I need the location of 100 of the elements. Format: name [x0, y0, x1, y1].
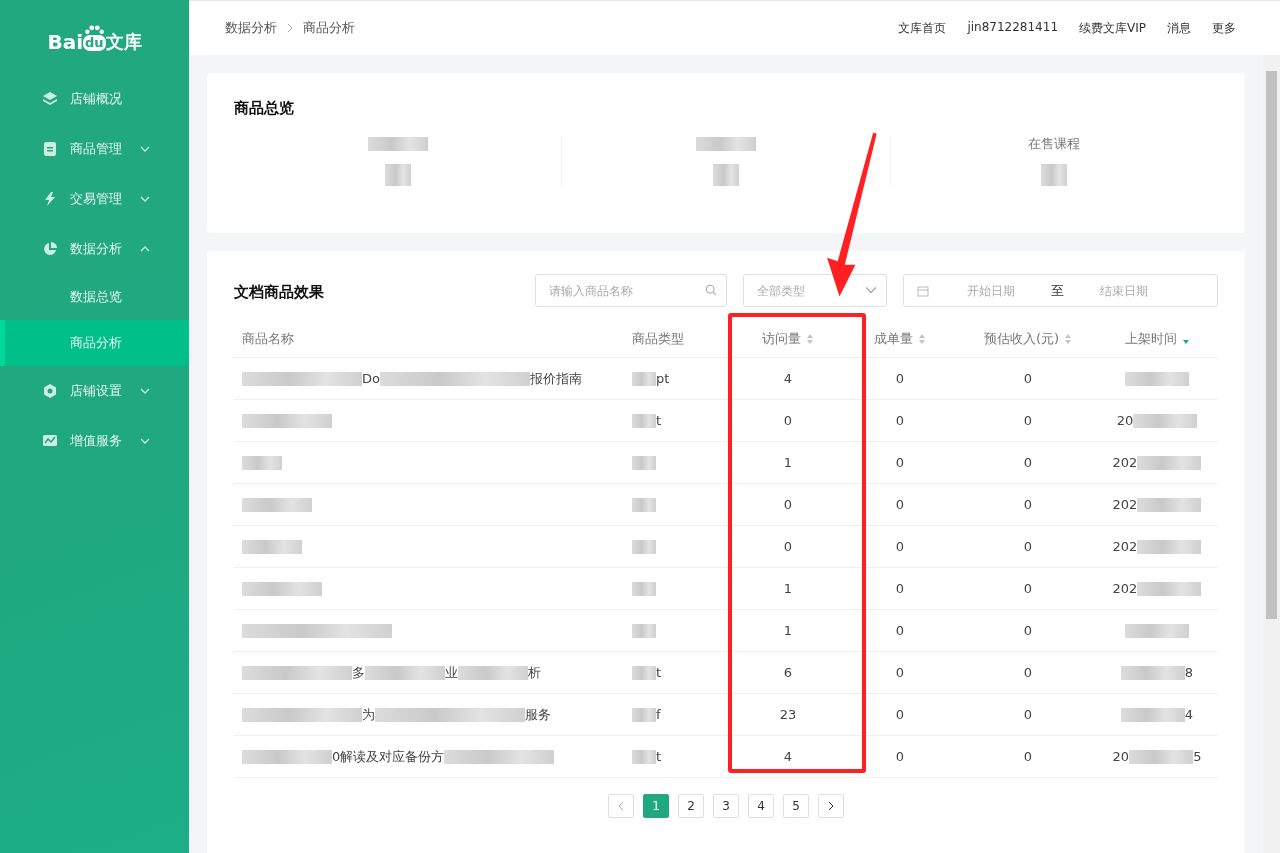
cell-text: 8 [1184, 665, 1194, 680]
document-icon [42, 141, 58, 157]
cell-text: 202 [1112, 539, 1138, 554]
page-button[interactable]: 5 [783, 794, 809, 818]
calendar-icon [917, 284, 929, 297]
sort-icon[interactable] [1064, 333, 1073, 345]
type-dropdown[interactable]: 全部类型 [743, 274, 887, 307]
table-cell: 0 [783, 539, 793, 554]
table-cell: 6 [783, 665, 793, 680]
page-button[interactable]: 4 [748, 794, 774, 818]
table-cell: 0 [895, 371, 905, 386]
redacted-text [1120, 665, 1185, 680]
redacted-text [1137, 497, 1202, 512]
redacted-text [713, 164, 739, 186]
table-cell: 0 [783, 413, 793, 428]
table-cell: 0 [1023, 539, 1033, 554]
cell-text: f [656, 707, 661, 722]
cell-text: 服务 [525, 705, 551, 724]
table-cell: 0 [895, 455, 905, 470]
redacted-text [1125, 371, 1189, 386]
start-date-input[interactable]: 开始日期 [939, 282, 1043, 299]
table-cell: 0 [1023, 581, 1033, 596]
previous-page-button[interactable] [608, 794, 634, 818]
sort-icon[interactable] [806, 333, 814, 345]
redacted-text [632, 539, 656, 554]
redacted-text [1041, 164, 1068, 186]
hexagon-icon [42, 383, 58, 399]
range-separator: 至 [1051, 281, 1064, 300]
redacted-text [1137, 581, 1202, 596]
redacted-text [696, 137, 756, 151]
table-cell: 0 [1023, 455, 1033, 470]
top-link[interactable]: 续费文库VIP [1079, 19, 1146, 37]
redacted-text [632, 707, 656, 722]
redacted-text [632, 371, 656, 386]
cell-text: pt [656, 371, 670, 386]
redacted-text [458, 665, 528, 680]
table-cell: 1 [783, 455, 793, 470]
redacted-text [632, 497, 656, 512]
chevron-right-icon [828, 801, 834, 811]
card-title: 商品总览 [234, 99, 295, 118]
cell-text: 20 [1112, 749, 1130, 764]
cell-text: 202 [1112, 581, 1138, 596]
column-header: 访问量 [762, 330, 801, 348]
redacted-text [242, 539, 302, 554]
cell-text: t [656, 665, 662, 680]
cell-text: Do [362, 371, 380, 386]
column-header: 成单量 [874, 330, 913, 348]
redacted-text [1125, 623, 1189, 638]
cell-text: 202 [1112, 497, 1138, 512]
top-link[interactable]: jin8712281411 [967, 19, 1058, 37]
redacted-text [632, 581, 656, 596]
table-cell: 1 [783, 623, 793, 638]
top-link[interactable]: 文库首页 [898, 19, 947, 37]
search-icon [705, 284, 717, 296]
page-button[interactable]: 3 [713, 794, 739, 818]
cell-text: 为 [362, 705, 375, 724]
search-field[interactable]: 请输入商品名称 [535, 274, 727, 307]
column-header: 商品名称 [242, 330, 294, 348]
redacted-text [632, 623, 656, 638]
redacted-text [242, 455, 282, 470]
chart-icon [42, 433, 58, 449]
table-cell: 0 [895, 749, 905, 764]
cell-text: 0解读及对应备份方 [332, 747, 445, 766]
top-link[interactable]: 消息 [1167, 19, 1191, 37]
pie-chart-icon [42, 241, 58, 257]
table-cell: 0 [895, 539, 905, 554]
table-cell: 4 [783, 371, 793, 386]
layers-icon [42, 91, 58, 107]
table-cell: 0 [895, 413, 905, 428]
redacted-text [632, 455, 656, 470]
cell-text: 析 [528, 663, 541, 682]
cell-text: t [656, 749, 662, 764]
redacted-text [384, 164, 411, 186]
cell-text: 报价指南 [529, 369, 582, 388]
logo: Bai du 文库 [0, 18, 189, 54]
cell-text: 202 [1112, 455, 1138, 470]
table-cell: 0 [895, 665, 905, 680]
breadcrumb-item[interactable]: 商品分析 [303, 19, 355, 37]
chevron-icon [865, 284, 877, 296]
next-page-button[interactable] [818, 794, 844, 818]
redacted-text [1120, 707, 1185, 722]
sort-icon[interactable] [918, 333, 926, 345]
redacted-text [1137, 455, 1202, 470]
table-cell: 0 [1023, 371, 1033, 386]
breadcrumb-item[interactable]: 数据分析 [225, 19, 277, 37]
redacted-text [632, 413, 656, 428]
column-header: 预估收入(元) [983, 330, 1060, 348]
table-cell: 0 [1023, 707, 1033, 722]
redacted-text [1133, 413, 1198, 428]
stat-label: 在售课程 [1028, 135, 1081, 153]
redacted-text [632, 665, 656, 680]
table-cell: 0 [1023, 497, 1033, 512]
table-cell: 0 [895, 707, 905, 722]
column-header: 上架时间 [1124, 330, 1177, 348]
page-button[interactable]: 2 [678, 794, 704, 818]
card-title: 文档商品效果 [234, 283, 324, 302]
date-range-field[interactable]: 开始日期 至 结束日期 [903, 274, 1218, 307]
table-cell: 0 [895, 581, 905, 596]
end-date-input[interactable]: 结束日期 [1072, 282, 1176, 299]
top-link[interactable]: 更多 [1212, 19, 1236, 37]
